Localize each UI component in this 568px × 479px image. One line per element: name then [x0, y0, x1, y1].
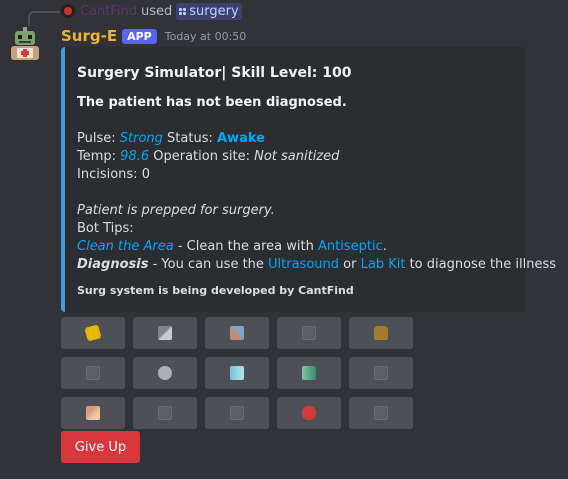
tip-diagnosis-text: - You can use the	[148, 257, 269, 272]
temp-label: Temp:	[77, 149, 117, 164]
tip-lab-kit: Lab Kit	[360, 257, 406, 272]
pulse-value: Strong	[119, 131, 163, 146]
tip-ultrasound: Ultrasound	[268, 257, 340, 272]
message-timestamp[interactable]: Today at 00:50	[165, 30, 247, 43]
used-text: used	[141, 3, 173, 19]
pill-icon	[302, 406, 316, 420]
surgery-embed: Surgery Simulator| Skill Level: 100 The …	[61, 47, 556, 312]
scissors-icon	[230, 326, 244, 340]
tip-clean-area-end: .	[382, 239, 387, 254]
op-site-label: Operation site:	[153, 149, 250, 164]
slash-command-label: surgery	[189, 3, 239, 19]
tool-button-scalpel[interactable]	[133, 317, 197, 349]
status-label: Status:	[167, 131, 213, 146]
incisions-line: Incisions: 0	[77, 167, 150, 182]
replied-user-avatar[interactable]	[61, 4, 75, 18]
tool-button-empty[interactable]	[61, 357, 125, 389]
tool-button-lab-kit[interactable]	[277, 357, 341, 389]
bot-username[interactable]: Surg-E	[61, 27, 117, 45]
robot-surgeon-icon	[11, 27, 39, 60]
bandage-icon	[86, 406, 100, 420]
diagnosis-status: The patient has not been diagnosed.	[77, 95, 347, 110]
tip-clean-area-text: - Clean the area with	[173, 239, 318, 254]
tool-button-empty[interactable]	[133, 397, 197, 429]
op-site-value: Not sanitized	[254, 149, 340, 164]
tip-or-text: or	[339, 257, 361, 272]
status-value: Awake	[217, 131, 265, 146]
reply-context: CantFind used surgery	[61, 2, 242, 20]
gauze-icon	[158, 366, 172, 380]
tool-button-grid	[61, 317, 413, 429]
app-badge: APP	[122, 28, 157, 44]
scalpel-icon	[158, 326, 172, 340]
replied-username[interactable]: CantFind	[80, 4, 137, 19]
bag-icon	[374, 326, 388, 340]
tip-diagnosis-label: Diagnosis	[77, 257, 149, 272]
blank-slot-icon	[374, 366, 388, 380]
tool-button-bandage[interactable]	[61, 397, 125, 429]
prepped-line: Patient is prepped for surgery.	[77, 203, 275, 218]
blank-slot-icon	[230, 406, 244, 420]
blank-slot-icon	[158, 406, 172, 420]
blank-slot-icon	[374, 406, 388, 420]
blank-slot-icon	[86, 366, 100, 380]
embed-title: Surgery Simulator| Skill Level: 100	[77, 65, 352, 81]
embed-footer: Surg system is being developed by CantFi…	[77, 284, 354, 297]
tool-button-ultrasound[interactable]	[205, 357, 269, 389]
tool-button-empty[interactable]	[205, 397, 269, 429]
slash-command-mention[interactable]: surgery	[176, 2, 242, 20]
give-up-button[interactable]: Give Up	[61, 431, 140, 463]
slash-command-icon	[179, 7, 187, 15]
tool-button-pill[interactable]	[277, 397, 341, 429]
tip-diagnosis-end: to diagnose the illness	[405, 257, 557, 272]
pulse-status-line: Pulse: Strong Status: Awake	[77, 130, 514, 148]
tip-antiseptic: Antiseptic	[318, 239, 383, 254]
bot-avatar[interactable]	[5, 25, 45, 65]
tip-clean-area: Clean the Area - Clean the area with Ant…	[77, 238, 514, 256]
tool-button-empty[interactable]	[349, 357, 413, 389]
tool-button-scissors[interactable]	[205, 317, 269, 349]
antiseptic-sponge-icon	[84, 324, 102, 342]
temp-value: 98.6	[120, 149, 150, 164]
bot-tips-heading: Bot Tips:	[77, 221, 134, 236]
blank-slot-icon	[302, 326, 316, 340]
message-header: Surg-E APP Today at 00:50	[61, 26, 246, 46]
tip-diagnosis: Diagnosis - You can use the Ultrasound o…	[77, 256, 556, 274]
tool-button-empty[interactable]	[349, 397, 413, 429]
pulse-label: Pulse:	[77, 131, 116, 146]
lab-kit-icon	[302, 366, 316, 380]
tool-button-bag[interactable]	[349, 317, 413, 349]
temp-line: Temp: 98.6 Operation site: Not sanitized	[77, 148, 514, 166]
tip-clean-area-link: Clean the Area	[77, 239, 174, 254]
tool-button-gauze[interactable]	[133, 357, 197, 389]
ultrasound-icon	[230, 366, 244, 380]
tool-button-antiseptic[interactable]	[61, 317, 125, 349]
tool-button-empty[interactable]	[277, 317, 341, 349]
